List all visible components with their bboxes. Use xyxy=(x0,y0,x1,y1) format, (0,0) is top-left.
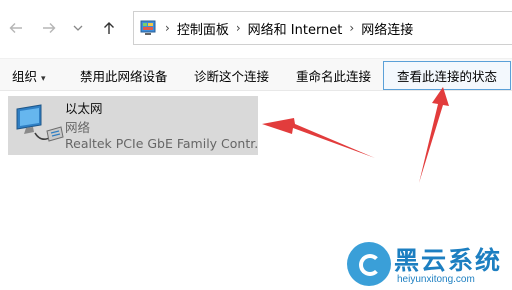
organize-menu[interactable]: 组织 ▾ xyxy=(12,66,46,85)
arrow-up-icon xyxy=(101,20,117,36)
watermark-url: heiyunxitong.com xyxy=(397,274,475,285)
watermark: 黑云系统 heiyunxitong.com xyxy=(345,238,512,290)
view-status-button[interactable]: 查看此连接的状态 xyxy=(383,61,511,90)
connection-type: 网络 xyxy=(65,120,91,135)
connection-name: 以太网 xyxy=(65,101,103,116)
breadcrumb-control-panel[interactable]: 控制面板 xyxy=(177,19,229,38)
caret-down-icon: ▾ xyxy=(41,74,46,84)
watermark-title: 黑云系统 xyxy=(394,246,503,275)
disable-device-button[interactable]: 禁用此网络设备 xyxy=(80,66,168,85)
list-item-ethernet[interactable]: 以太网 网络 Realtek PCIe GbE Family Contr... xyxy=(8,96,258,155)
breadcrumb-network-connections[interactable]: 网络连接 xyxy=(361,19,413,38)
recent-locations-button[interactable] xyxy=(67,17,89,39)
chevron-down-icon xyxy=(72,22,84,34)
organize-label: 组织 xyxy=(12,69,38,84)
breadcrumb-network-internet[interactable]: 网络和 Internet xyxy=(248,19,343,38)
forward-button[interactable] xyxy=(38,17,60,39)
control-panel-icon xyxy=(140,19,158,37)
back-button[interactable] xyxy=(5,17,27,39)
navigation-bar: › 控制面板 › 网络和 Internet › 网络连接 xyxy=(0,0,512,58)
arrow-right-icon xyxy=(41,20,57,36)
command-bar: 组织 ▾ 禁用此网络设备 诊断这个连接 重命名此连接 查看此连接的状态 xyxy=(0,58,512,91)
connection-device: Realtek PCIe GbE Family Contr... xyxy=(65,136,257,151)
breadcrumb-separator: › xyxy=(165,21,170,35)
breadcrumb-separator: › xyxy=(235,21,241,35)
breadcrumb-separator: › xyxy=(349,21,355,35)
arrow-left-icon xyxy=(8,20,24,36)
up-button[interactable] xyxy=(98,17,120,39)
diagnose-connection-button[interactable]: 诊断这个连接 xyxy=(194,66,269,85)
rename-connection-button[interactable]: 重命名此连接 xyxy=(296,66,371,85)
address-bar[interactable]: › 控制面板 › 网络和 Internet › 网络连接 xyxy=(133,11,512,45)
watermark-logo-icon xyxy=(347,242,391,286)
ethernet-adapter-icon xyxy=(11,103,65,149)
